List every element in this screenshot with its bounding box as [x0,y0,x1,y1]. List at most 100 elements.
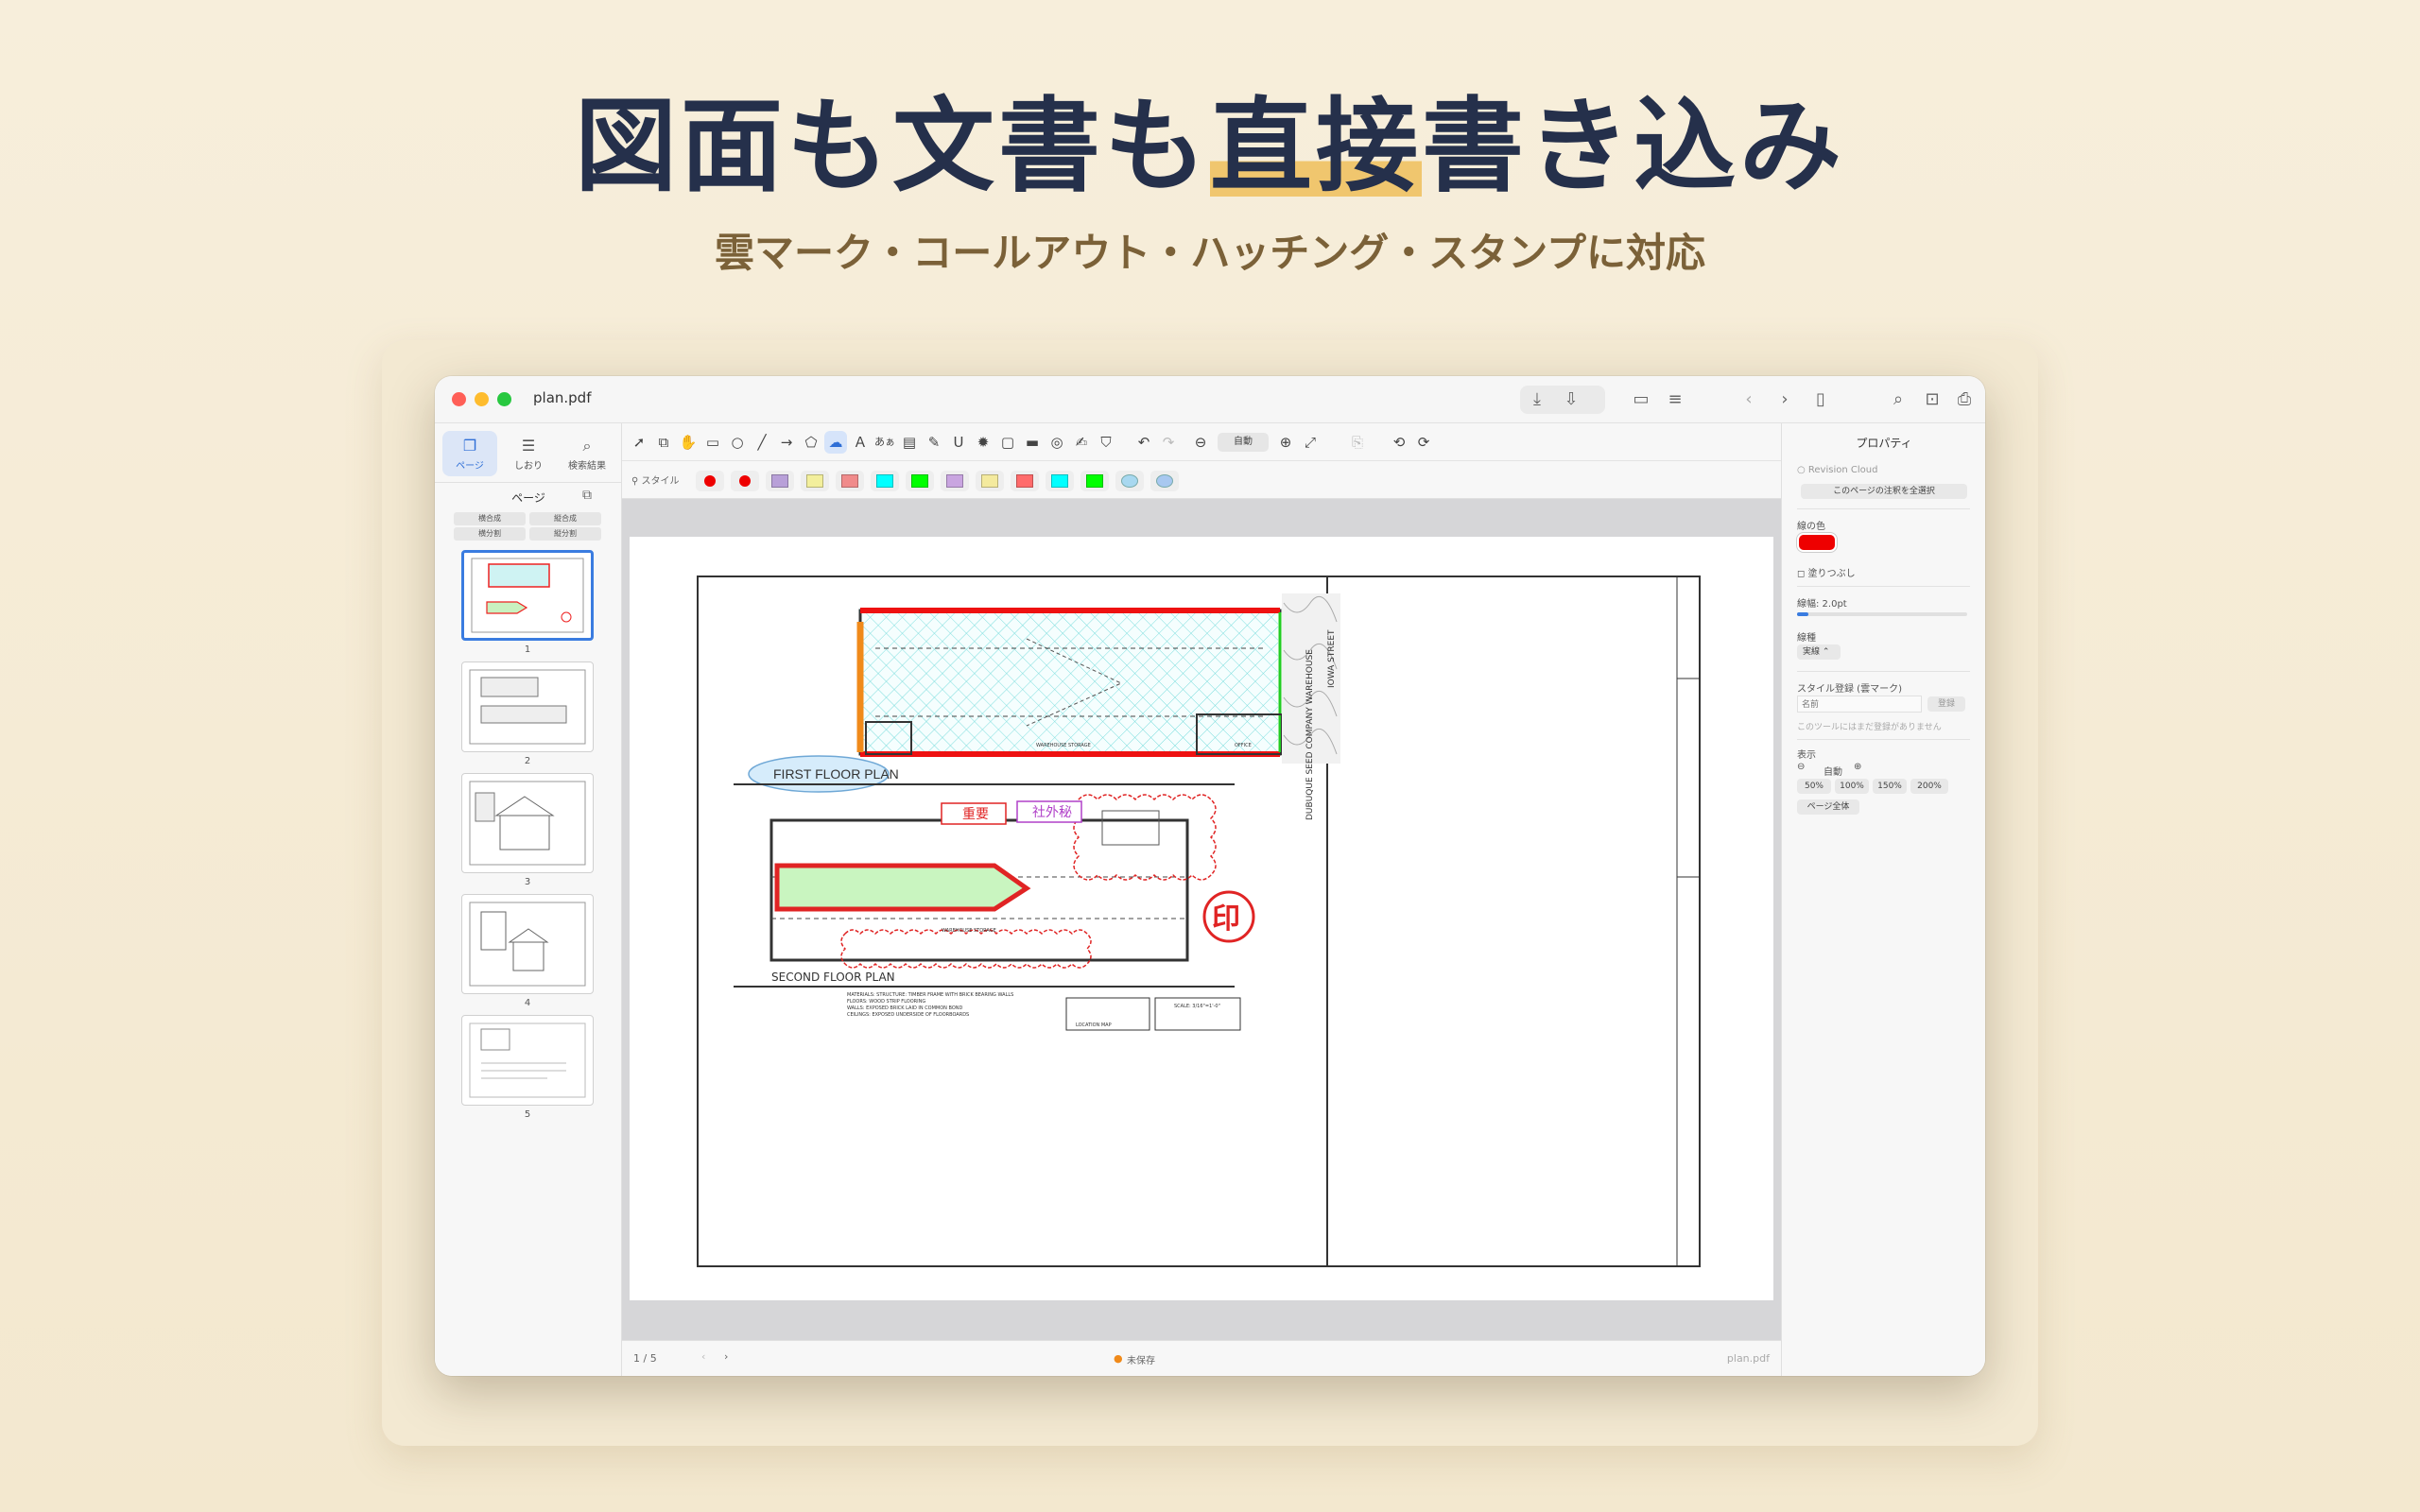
close-window-button[interactable] [452,392,466,406]
merge-vertical-button[interactable]: 縦合成 [529,512,601,525]
zoom-200-button[interactable]: 200% [1910,779,1948,794]
tab-pages[interactable]: ❐ ページ [442,431,497,476]
tab-search-results-label: 検索結果 [568,461,606,472]
seal-icon[interactable]: ◎ [1046,431,1068,454]
redo-icon[interactable]: ↷ [1157,431,1180,454]
split-horizontal-button[interactable]: 横分割 [454,527,526,541]
zoom-out-icon[interactable]: ⊖ [1189,431,1212,454]
style-name-input[interactable] [1797,696,1922,713]
properties-panel: プロパティ ○ Revision Cloud このページの注釈を全選択 線の色 … [1781,423,1985,1376]
textbox-icon[interactable]: ▤ [898,431,921,454]
style-swatch[interactable] [871,471,899,491]
style-swatch[interactable] [1011,471,1039,491]
signature-icon[interactable]: ✍ [1070,431,1093,454]
office-label: OFFICE [1235,743,1252,748]
style-swatch[interactable] [1046,471,1074,491]
zoom-in-icon[interactable]: ⊕ [1274,431,1297,454]
line-style-select[interactable]: 実線 ⌃ [1797,644,1841,660]
style-swatch[interactable] [1150,471,1179,491]
undo-icon[interactable]: ↶ [1132,431,1155,454]
status-bar: 1 / 5 ‹ › ● 未保存 plan.pdf [622,1340,1781,1376]
style-swatch[interactable] [801,471,829,491]
style-swatch[interactable] [906,471,934,491]
split-vertical-button[interactable]: 縦分割 [529,527,601,541]
zoom-level[interactable]: 自動 [1218,433,1269,452]
style-swatch[interactable] [1115,471,1144,491]
pen-icon[interactable]: Ａ [849,431,872,454]
rotate-left-icon[interactable]: ⟲ [1388,431,1410,454]
ellipse-icon[interactable]: ○ [726,431,749,454]
copy-icon[interactable]: ⎘ [1346,431,1369,454]
import-icon[interactable]: ⤓ [1526,388,1548,411]
fit-icon[interactable]: ⤢ [1299,431,1322,454]
tab-bookmarks[interactable]: ☰ しおり [501,431,556,476]
area-select-icon[interactable]: ⧉ [652,431,675,454]
zoom-150-button[interactable]: 150% [1873,779,1907,794]
note-line-3: WALLS: EXPOSED BRICK LAID IN COMMON BOND [847,1005,963,1011]
settings-sliders-icon[interactable]: ≡ [1664,388,1686,411]
register-button[interactable]: 登録 [1927,696,1965,712]
style-swatch[interactable] [696,471,724,491]
style-swatch[interactable] [941,471,969,491]
select-arrow-icon[interactable]: ➚ [628,431,650,454]
document-canvas: IOWA STREET WAREHOUSE STORAGE OFFICE FIR… [622,499,1781,1340]
minimize-window-button[interactable] [475,392,489,406]
next-page-icon[interactable]: › [724,1350,728,1363]
tab-search-results[interactable]: ⌕ 検索結果 [560,431,614,476]
display-zoom-in-icon[interactable]: ⊕ [1854,762,1861,772]
page-thumbnail-1[interactable] [461,550,594,641]
prev-page-icon[interactable]: ‹ [701,1350,705,1363]
shield-icon[interactable]: ⛉ [1095,431,1117,454]
highlighter-icon[interactable]: ✎ [923,431,945,454]
second-floor-storage-label: WAREHOUSE STORAGE [942,928,996,934]
rotate-right-icon[interactable]: ⟳ [1412,431,1435,454]
style-swatch-color [1016,474,1033,488]
arrow-icon[interactable]: → [775,431,798,454]
style-swatch[interactable] [766,471,794,491]
select-all-annotations-button[interactable]: このページの注釈を全選択 [1801,484,1967,499]
style-swatch[interactable] [836,471,864,491]
line-icon[interactable]: ╱ [751,431,773,454]
style-swatch[interactable] [976,471,1004,491]
title-block-text: DUBUQUE SEED COMPANY WAREHOUSE [1305,649,1315,820]
zoom-50-button[interactable]: 50% [1797,779,1831,794]
fit-page-button[interactable]: ページ全体 [1797,799,1859,815]
rectangle-icon[interactable]: ▭ [701,431,724,454]
style-swatch-color [841,474,858,488]
zoom-100-button[interactable]: 100% [1835,779,1869,794]
search-icon[interactable]: ⌕ [1887,388,1910,411]
hand-icon[interactable]: ✋ [677,431,700,454]
page-thumbnail-5[interactable] [461,1015,594,1106]
location-map-label: LOCATION MAP [1076,1022,1112,1028]
display-zoom-out-icon[interactable]: ⊖ [1797,762,1805,772]
underline-icon[interactable]: U [947,431,970,454]
duplicate-icon[interactable]: ⧉ [582,488,592,503]
thumbnail-preview [471,558,584,633]
polygon-icon[interactable]: ⬠ [800,431,822,454]
cloud-icon[interactable]: ☁ [824,431,847,454]
print-icon[interactable]: ⎙ [1953,388,1976,411]
page-thumbnail-2[interactable] [461,662,594,752]
thumbnail-preview [469,669,586,745]
kana-text-icon[interactable]: あぁ [873,431,896,454]
chevron-right-icon[interactable]: › [1773,388,1796,411]
zoom-window-button[interactable] [497,392,511,406]
display-zoom-auto[interactable]: 自動 [1824,764,1842,778]
style-swatch[interactable] [1080,471,1109,491]
fill-toggle[interactable]: ◻ 塗りつぶし [1797,565,1856,579]
single-page-icon[interactable]: ▯ [1809,388,1832,411]
line-color-swatch[interactable] [1797,533,1837,552]
scan-icon[interactable]: ⊡ [1921,388,1944,411]
chevron-left-icon[interactable]: ‹ [1737,388,1760,411]
stamp-icon[interactable]: ✹ [972,431,994,454]
style-swatch[interactable] [731,471,759,491]
line-width-slider[interactable] [1797,612,1967,616]
sidebar-toggle-icon[interactable]: ▭ [1630,388,1652,411]
thumbnail-number: 3 [524,877,531,887]
page-thumbnail-3[interactable] [461,773,594,873]
comment-icon[interactable]: ▢ [996,431,1019,454]
measure-icon[interactable]: ▬ [1021,431,1044,454]
page-thumbnail-4[interactable] [461,894,594,994]
export-icon[interactable]: ⇩ [1560,388,1582,411]
merge-horizontal-button[interactable]: 横合成 [454,512,526,525]
